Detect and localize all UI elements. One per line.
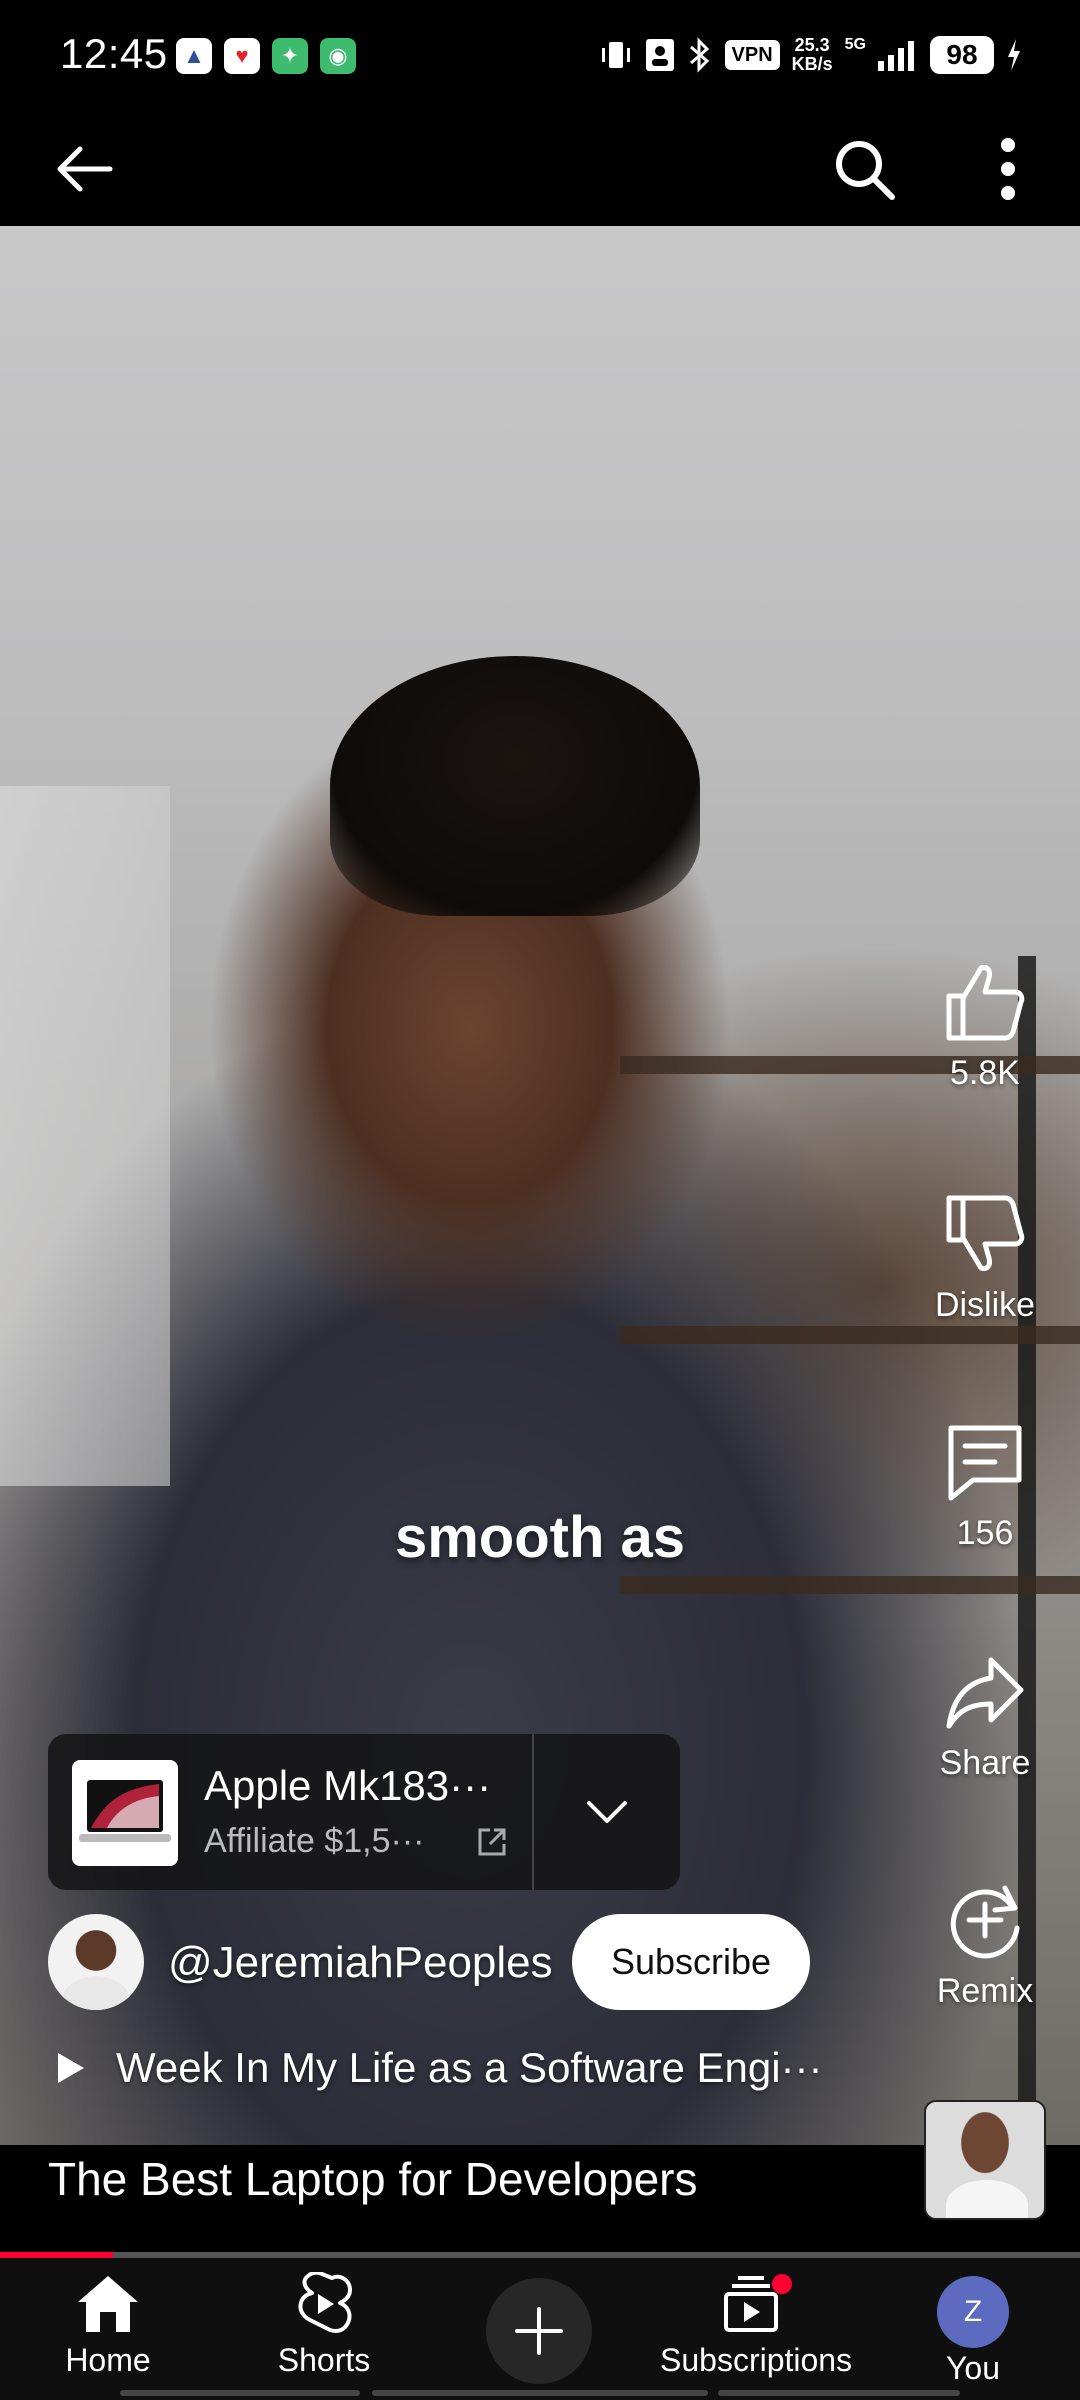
status-bar: 12:45 ▲ ♥ ✦ ◉ VPN 25.3 KB/s 5G 98 [0, 0, 1080, 112]
bottom-navigation: Home Shorts Subscriptions Z You [0, 2258, 1080, 2400]
shorts-icon [298, 2272, 352, 2333]
gesture-handle [718, 2390, 960, 2396]
share-label: Share [939, 1744, 1031, 1782]
vibrate-icon [601, 42, 630, 68]
like-button[interactable]: 5.8K [900, 960, 1070, 1093]
gesture-handle [372, 2390, 708, 2396]
remix-icon [950, 1885, 1020, 1959]
remix-button[interactable]: Remix [900, 1878, 1070, 2011]
back-button[interactable] [34, 112, 134, 226]
status-time: 12:45 [60, 30, 168, 77]
related-video-link[interactable]: Week In My Life as a Software Engi··· [56, 2044, 823, 2092]
comment-count: 156 [956, 1514, 1014, 1552]
video-title[interactable]: The Best Laptop for Developers [48, 2152, 697, 2206]
laptop-icon [79, 1780, 171, 1842]
subscriptions-icon [724, 2274, 792, 2332]
nav-you[interactable]: Z You [908, 2258, 1038, 2400]
like-count: 5.8K [950, 1054, 1020, 1092]
user-avatar: Z [937, 2276, 1009, 2348]
subscribe-button[interactable]: Subscribe [572, 1914, 810, 2010]
hotspot-icon: ◉ [320, 38, 356, 74]
nav-subscriptions-label: Subscriptions [660, 2342, 853, 2378]
nav-subscriptions[interactable]: Subscriptions [660, 2258, 852, 2400]
chevron-down-icon [587, 1801, 627, 1823]
thumb-up-icon [946, 965, 1025, 1041]
system-icons: VPN 25.3 KB/s 5G 98 [599, 32, 1022, 78]
video-background-door [0, 786, 170, 1486]
app-notification-icon: ▲ [176, 38, 212, 74]
comments-button[interactable]: 156 [900, 1420, 1070, 1553]
search-button[interactable] [814, 112, 914, 226]
dislike-button[interactable]: Dislike [900, 1192, 1070, 1325]
home-icon [78, 2276, 138, 2332]
comment-icon [948, 1425, 1022, 1501]
plus-icon [515, 2307, 563, 2355]
nav-shorts-label: Shorts [277, 2342, 371, 2378]
arrow-left-icon [57, 146, 113, 192]
share-icon [946, 1657, 1024, 1729]
net-speed: 25.3 KB/s [791, 35, 833, 74]
gesture-handle [120, 2390, 360, 2396]
nav-home[interactable]: Home [40, 2258, 176, 2400]
product-affiliate-price: Affiliate $1,5··· [204, 1822, 425, 1860]
product-card[interactable]: Apple Mk183··· Affiliate $1,5··· [48, 1734, 680, 1890]
video-background-shelf [620, 1326, 1080, 1344]
app-notification-icon: ✦ [272, 38, 308, 74]
remix-label: Remix [936, 1972, 1034, 2010]
product-title: Apple Mk183··· [204, 1762, 492, 1809]
search-icon [836, 141, 895, 200]
related-video-title: Week In My Life as a Software Engi··· [116, 2044, 823, 2091]
share-button[interactable]: Share [900, 1650, 1070, 1783]
network-type: 5G [844, 36, 866, 53]
expand-products-button[interactable] [534, 1734, 680, 1890]
battery-indicator: 98 [930, 36, 994, 74]
vpn-badge: VPN [724, 40, 780, 70]
top-app-bar [0, 112, 1080, 226]
more-vert-icon [1001, 138, 1015, 200]
thumb-down-icon [946, 1195, 1025, 1271]
product-thumbnail [72, 1760, 178, 1866]
notification-icons: ▲ ♥ ✦ ◉ [176, 38, 356, 74]
signal-icon [878, 41, 914, 71]
charging-icon [1008, 39, 1020, 71]
app-notification-icon: ♥ [224, 38, 260, 74]
video-background-shelf [620, 1576, 1080, 1594]
channel-avatar[interactable] [48, 1914, 144, 2010]
nav-you-label: You [946, 2350, 1000, 2386]
create-button[interactable] [486, 2278, 592, 2384]
source-video-thumbnail[interactable] [924, 2100, 1046, 2220]
more-options-button[interactable] [958, 112, 1058, 226]
play-icon [58, 2053, 84, 2083]
contact-card-icon [645, 39, 674, 71]
nav-shorts[interactable]: Shorts [256, 2258, 392, 2400]
channel-name[interactable]: @JeremiahPeoples [168, 1938, 553, 1988]
external-link-icon [478, 1828, 506, 1856]
bluetooth-icon [689, 37, 709, 73]
dislike-label: Dislike [934, 1286, 1036, 1324]
video-subject-hair [330, 656, 700, 916]
nav-home-label: Home [65, 2342, 151, 2378]
